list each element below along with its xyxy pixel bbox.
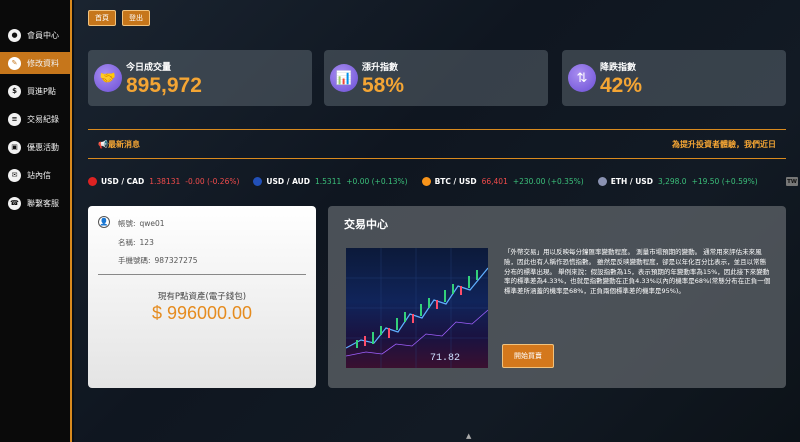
ticker-change: +19.50 (+0.59%) xyxy=(691,176,758,186)
logo-icon: ▲ xyxy=(466,432,472,440)
stat-fall-value: 42% xyxy=(600,74,643,97)
sidebar-item-6[interactable]: ☎ 聯繫客服 xyxy=(0,192,70,214)
ticker-price: 1.5311 xyxy=(315,176,342,186)
ticker-item[interactable]: USD / AUD 1.5311 +0.00 (+0.13%) xyxy=(253,176,408,186)
divider xyxy=(98,274,306,275)
arrows-updown-icon: ⇅ xyxy=(568,64,596,92)
sidebar-item-2[interactable]: $ 買進P點 xyxy=(0,80,70,102)
sidebar-item-3[interactable]: ≡ 交易紀錄 xyxy=(0,108,70,130)
ticker-pair: ETH / USD xyxy=(610,176,653,186)
stat-fall-card: ⇅ 降跌指數 42% xyxy=(562,50,786,106)
home-button[interactable]: 首頁 xyxy=(88,10,116,26)
ticker-item[interactable]: ETH / USD 3,298.0 +19.50 (+0.59%) xyxy=(597,176,758,186)
record-icon: ≡ xyxy=(8,112,21,126)
ticker-price: 3,298.0 xyxy=(657,176,687,186)
currency-flag-icon xyxy=(597,176,607,186)
ticker-change: +230.00 (+0.35%) xyxy=(512,176,584,186)
sidebar-item-label: 站內信 xyxy=(27,170,51,180)
mail-icon: ✉ xyxy=(8,168,21,182)
ticker-change: -0.00 (-0.26%) xyxy=(185,176,240,186)
tw-badge: TW xyxy=(786,177,798,186)
sidebar-item-label: 聯繫客服 xyxy=(27,198,59,208)
ticker-item[interactable]: BTC / USD 66,401 +230.00 (+0.35%) xyxy=(421,176,584,186)
name-label: 名稱: xyxy=(118,238,136,247)
currency-flag-icon xyxy=(88,176,97,186)
sidebar-item-1[interactable]: ✎ 修改資料 xyxy=(0,52,70,74)
sidebar-item-label: 買進P點 xyxy=(27,86,56,96)
gift-icon: ▣ xyxy=(8,140,21,154)
news-bar: 📢最新消息 為提升投資者體驗，我們近日 xyxy=(88,129,786,159)
phone-value: 987327275 xyxy=(154,256,198,265)
name-row: 名稱: 123 xyxy=(118,237,154,248)
sidebar: ● 會員中心 ✎ 修改資料 $ 買進P點 ≡ 交易紀錄 ▣ 優惠活動 ✉ 站內信 ☎ 聯繫客服 xyxy=(0,0,72,442)
account-value: qwe01 xyxy=(139,219,165,228)
avatar: 👤 xyxy=(98,216,110,228)
trade-title: 交易中心 xyxy=(344,218,388,231)
ticker-pair: USD / CAD xyxy=(101,176,145,186)
currency-flag-icon xyxy=(253,176,263,186)
news-marquee[interactable]: 為提升投資者體驗，我們近日 xyxy=(672,139,776,150)
trading-chart-image: 71.82 xyxy=(346,248,488,368)
logout-button[interactable]: 登出 xyxy=(122,10,150,26)
chart-up-icon: 📊 xyxy=(330,64,358,92)
start-trading-button[interactable]: 開始買賣 xyxy=(502,344,554,368)
stat-rise-card: 📊 漲升指數 58% xyxy=(324,50,548,106)
ticker-price: 1.38131 xyxy=(149,176,181,186)
sidebar-item-label: 修改資料 xyxy=(27,58,59,68)
ticker-item[interactable]: USD / CAD 1.38131 -0.00 (-0.26%) xyxy=(88,176,240,186)
sidebar-item-5[interactable]: ✉ 站內信 xyxy=(0,164,70,186)
news-label: 📢最新消息 xyxy=(98,139,140,149)
stat-volume-card: 🤝 今日成交量 895,972 xyxy=(88,50,312,106)
stat-rise-value: 58% xyxy=(362,74,405,97)
account-label: 帳號: xyxy=(118,219,136,228)
stat-fall-label: 降跌指數 xyxy=(600,63,637,73)
asset-label: 現有P點資產(電子錢包) xyxy=(157,292,247,302)
price-ticker: USD / CAD 1.38131 -0.00 (-0.26%) USD / AUD 1… xyxy=(88,174,800,188)
edit-user-icon: ✎ xyxy=(8,56,21,70)
stat-volume-label: 今日成交量 xyxy=(126,63,172,73)
phone-label: 手機號碼: xyxy=(118,256,151,265)
image-overlay-text: 71.82 xyxy=(430,353,460,364)
user-info-card: 👤 帳號: qwe01 名稱: 123 手機號碼: 987327275 現有P點資產(… xyxy=(88,206,316,388)
sidebar-item-label: 交易紀錄 xyxy=(27,114,59,124)
phone-row: 手機號碼: 987327275 xyxy=(118,255,197,266)
stat-volume-value: 895,972 xyxy=(126,74,202,97)
main-area: 首頁 登出 🤝 今日成交量 895,972 📊 漲升指數 58% ⇅ 降跌指數 … xyxy=(74,0,800,442)
ticker-change: +0.00 (+0.13%) xyxy=(346,176,408,186)
user-icon: ● xyxy=(8,28,21,42)
ticker-pair: BTC / USD xyxy=(434,176,477,186)
sidebar-item-4[interactable]: ▣ 優惠活動 xyxy=(0,136,70,158)
ticker-pair: USD / AUD xyxy=(266,176,310,186)
handshake-icon: 🤝 xyxy=(94,64,122,92)
account-row: 帳號: qwe01 xyxy=(118,218,165,229)
trade-description: 「外幣交易」用以反映每分鐘匯率變動程度。 測量市場預期的變動。 通常用來評估未來… xyxy=(504,248,771,295)
dollar-icon: $ xyxy=(8,84,21,98)
asset-value: $ 996000.00 xyxy=(151,303,253,323)
top-buttons: 首頁 登出 xyxy=(88,10,150,26)
currency-flag-icon xyxy=(421,176,431,186)
sidebar-item-label: 優惠活動 xyxy=(27,142,59,152)
trade-center-card: 交易中心 71.82 「外幣交易」用以反映每分鐘匯率變動程度。 測量市場預期的變… xyxy=(328,206,786,388)
sidebar-item-label: 會員中心 xyxy=(27,30,59,40)
sidebar-item-0[interactable]: ● 會員中心 xyxy=(0,24,70,46)
stat-rise-label: 漲升指數 xyxy=(362,63,399,73)
name-value: 123 xyxy=(139,238,154,247)
support-icon: ☎ xyxy=(8,196,21,210)
ticker-price: 66,401 xyxy=(481,176,508,186)
